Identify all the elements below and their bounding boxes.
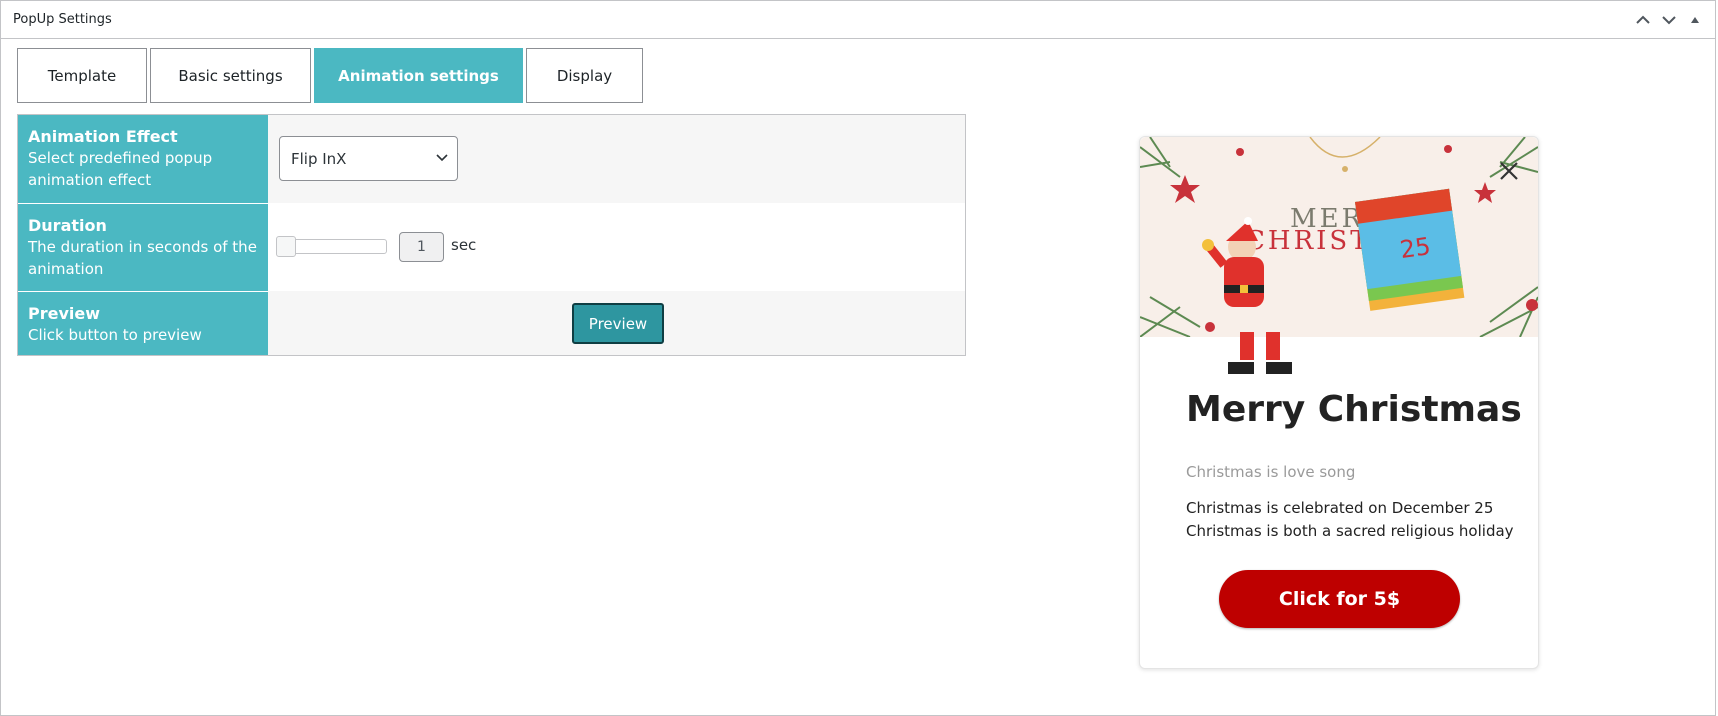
svg-text:25: 25 bbox=[1398, 232, 1432, 264]
duration-unit: sec bbox=[451, 236, 477, 254]
animation-effect-row: Animation Effect Select predefined popup… bbox=[18, 115, 965, 204]
animation-effect-select[interactable]: Flip InX bbox=[279, 136, 458, 181]
preview-button[interactable]: Preview bbox=[572, 303, 664, 344]
chevron-down-icon bbox=[436, 154, 448, 162]
duration-description: The duration in seconds of the animation bbox=[28, 238, 257, 278]
triangle-up-icon[interactable] bbox=[1685, 10, 1705, 30]
popup-body-text: Christmas is celebrated on December 25 C… bbox=[1186, 497, 1514, 543]
svg-text:CHRIST: CHRIST bbox=[1245, 226, 1371, 256]
popup-line: Christmas is celebrated on December 25 bbox=[1186, 499, 1494, 517]
duration-slider-handle[interactable] bbox=[276, 236, 296, 257]
animation-effect-field: Flip InX bbox=[268, 115, 965, 203]
chevron-up-icon[interactable] bbox=[1633, 10, 1653, 30]
animation-settings-table: Animation Effect Select predefined popup… bbox=[17, 114, 966, 356]
animation-effect-label: Animation Effect Select predefined popup… bbox=[18, 115, 268, 203]
preview-title: Preview bbox=[28, 304, 101, 323]
duration-title: Duration bbox=[28, 216, 107, 235]
santa-legs-image bbox=[1228, 332, 1292, 374]
tab-basic-settings[interactable]: Basic settings bbox=[150, 48, 311, 103]
preview-label: Preview Click button to preview bbox=[18, 291, 268, 355]
tab-animation-settings[interactable]: Animation settings bbox=[314, 48, 523, 103]
close-icon[interactable] bbox=[1495, 157, 1523, 185]
panel-header: PopUp Settings bbox=[1, 1, 1715, 39]
preview-description: Click button to preview bbox=[28, 326, 202, 344]
tab-template[interactable]: Template bbox=[17, 48, 147, 103]
tab-display[interactable]: Display bbox=[526, 48, 643, 103]
duration-input[interactable]: 1 bbox=[399, 232, 444, 262]
duration-label: Duration The duration in seconds of the … bbox=[18, 203, 268, 291]
popup-cta-button[interactable]: Click for 5$ bbox=[1219, 570, 1460, 628]
animation-effect-title: Animation Effect bbox=[28, 127, 178, 146]
popup-subtitle: Christmas is love song bbox=[1186, 463, 1356, 481]
panel-title: PopUp Settings bbox=[13, 12, 112, 27]
popup-preview-card: MER CHRIST 25 Merry Christmas Christmas … bbox=[1139, 136, 1539, 669]
preview-field: Preview bbox=[268, 291, 965, 355]
popup-title: Merry Christmas bbox=[1186, 389, 1522, 430]
popup-line: Christmas is both a sacred religious hol… bbox=[1186, 522, 1514, 540]
duration-slider[interactable] bbox=[276, 236, 387, 257]
duration-row: Duration The duration in seconds of the … bbox=[18, 203, 965, 291]
chevron-down-icon[interactable] bbox=[1659, 10, 1679, 30]
animation-effect-description: Select predefined popup animation effect bbox=[28, 149, 213, 189]
christmas-banner-image: MER CHRIST 25 bbox=[1140, 137, 1538, 337]
duration-field: 1 sec bbox=[268, 203, 965, 291]
preview-row: Preview Click button to preview Preview bbox=[18, 291, 965, 355]
popup-settings-panel: PopUp Settings Template Basic settings A… bbox=[0, 0, 1716, 716]
animation-effect-selected: Flip InX bbox=[291, 149, 347, 168]
